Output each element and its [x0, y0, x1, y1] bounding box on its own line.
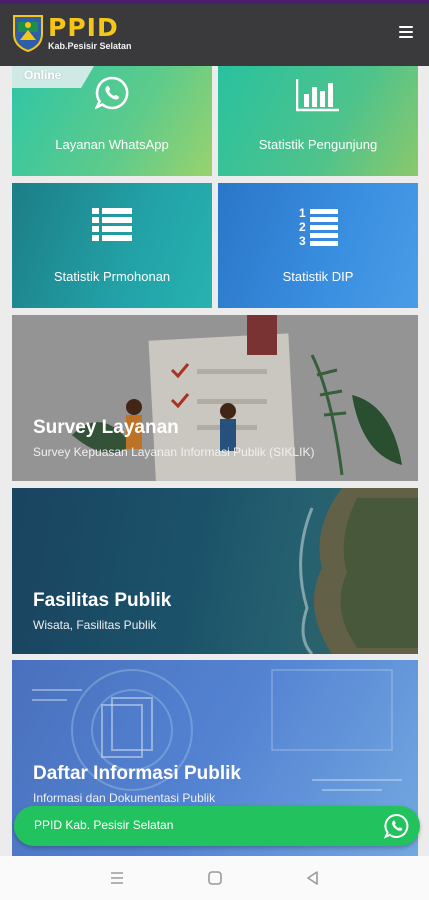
tile-layanan-whatsapp[interactable]: Online Layanan WhatsApp — [12, 66, 212, 176]
whatsapp-icon — [384, 814, 409, 839]
whatsapp-icon — [95, 76, 129, 110]
numbered-list-icon: 1 2 3 — [299, 206, 338, 247]
card-title: Daftar Informasi Publik — [33, 763, 241, 784]
whatsapp-chat-button[interactable]: PPID Kab. Pesisir Selatan — [14, 806, 420, 846]
app-header: PPID Kab.Pesisir Selatan — [0, 4, 429, 66]
svg-text:1: 1 — [299, 206, 306, 220]
card-subtitle: Informasi dan Dokumentasi Publik — [33, 791, 216, 805]
svg-text:2: 2 — [299, 220, 306, 234]
tile-label: Statistik DIP — [282, 269, 354, 284]
card-subtitle: Wisata, Fasilitas Publik — [33, 618, 157, 632]
tile-statistik-pengunjung[interactable]: Statistik Pengunjung — [218, 66, 418, 176]
tile-statistik-dip[interactable]: 1 2 3 Statistik DIP — [218, 183, 418, 308]
bar-chart-icon — [296, 79, 339, 112]
card-title: Survey Layanan — [33, 417, 179, 438]
online-badge: Online — [12, 66, 94, 88]
hamburger-icon[interactable] — [399, 26, 413, 40]
card-subtitle: Survey Kepuasan Layanan Informasi Publik… — [33, 445, 315, 459]
home-icon[interactable] — [207, 870, 223, 886]
tile-label: Statistik Prmohonan — [53, 269, 171, 284]
svg-text:3: 3 — [299, 234, 306, 247]
tile-statistik-permohonan[interactable]: Statistik Prmohonan — [12, 183, 212, 308]
card-title: Fasilitas Publik — [33, 590, 172, 611]
card-survey-layanan[interactable]: Survey Layanan Survey Kepuasan Layanan I… — [12, 315, 418, 481]
list-icon — [92, 208, 132, 241]
brand-title: PPID — [48, 13, 119, 42]
tile-label: Layanan WhatsApp — [55, 137, 169, 152]
ppid-logo[interactable]: PPID Kab.Pesisir Selatan — [12, 14, 132, 52]
recent-apps-icon[interactable] — [109, 870, 125, 886]
regency-crest-icon — [13, 15, 43, 52]
brand-subtitle: Kab.Pesisir Selatan — [48, 41, 132, 51]
card-fasilitas-publik[interactable]: Fasilitas Publik Wisata, Fasilitas Publi… — [12, 488, 418, 654]
tile-label: Statistik Pengunjung — [258, 137, 378, 152]
android-nav-bar — [0, 856, 429, 900]
online-badge-label: Online — [24, 68, 62, 82]
back-icon[interactable] — [305, 870, 321, 886]
whatsapp-chat-label: PPID Kab. Pesisir Selatan — [34, 818, 174, 832]
